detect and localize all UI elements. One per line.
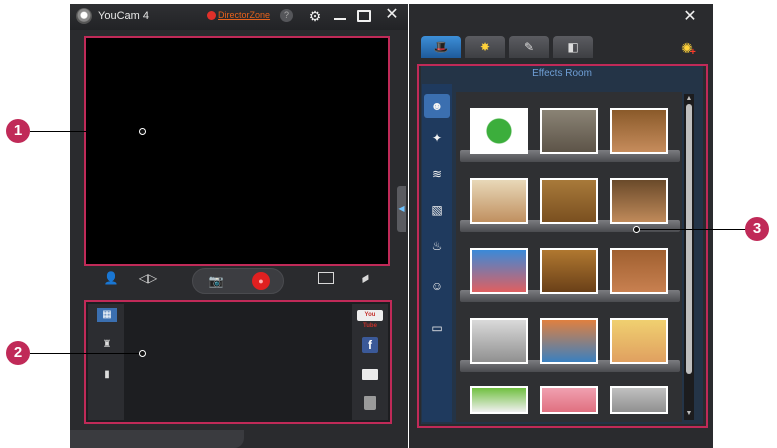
help-button[interactable]: ?: [280, 9, 293, 22]
sparkle-icon: ✸: [479, 40, 491, 54]
mirror-icon[interactable]: ◁▷: [137, 270, 159, 286]
app-logo-icon: [76, 8, 92, 24]
callout-line-2: [30, 353, 142, 354]
callout-badge-1: 1: [6, 119, 30, 143]
panel-toggle-button[interactable]: ◀: [397, 186, 406, 232]
callout-badge-3: 3: [745, 217, 769, 241]
camera-icon: ◧: [567, 40, 579, 54]
close-icon[interactable]: ✕: [384, 7, 400, 23]
callout-dot-2: [139, 350, 146, 357]
fullscreen-icon[interactable]: [357, 10, 371, 22]
director-zone-icon: [207, 11, 216, 20]
callout-highlight-1: [84, 36, 390, 266]
app-title: YouCam 4: [98, 10, 149, 22]
callout-highlight-2: [84, 300, 392, 424]
tab-camera[interactable]: ◧: [553, 36, 593, 58]
callout-badge-2: 2: [6, 341, 30, 365]
director-zone-link[interactable]: DirectorZone: [218, 10, 270, 20]
effects-room-icon: 🎩: [433, 40, 449, 54]
library-footer: [70, 430, 244, 448]
minimize-icon[interactable]: [334, 18, 346, 20]
screen-icon[interactable]: [318, 272, 334, 284]
tab-sparkle[interactable]: ✸: [465, 36, 505, 58]
tab-brush[interactable]: ✎: [509, 36, 549, 58]
callout-dot-1: [139, 128, 146, 135]
close-icon[interactable]: ✕: [682, 9, 698, 25]
record-icon[interactable]: ●: [252, 272, 270, 290]
callout-line-1: [30, 131, 142, 132]
camera-icon[interactable]: 📷: [205, 272, 227, 290]
tab-effects-room[interactable]: 🎩: [421, 36, 461, 58]
callout-highlight-3: [417, 64, 708, 428]
brush-icon: ✎: [523, 40, 535, 54]
callout-line-3: [636, 229, 746, 230]
gear-icon[interactable]: ⚙: [308, 9, 322, 23]
callout-dot-3: [633, 226, 640, 233]
add-plus-icon: +: [690, 47, 696, 58]
face-tracking-icon[interactable]: 👤: [100, 270, 122, 286]
